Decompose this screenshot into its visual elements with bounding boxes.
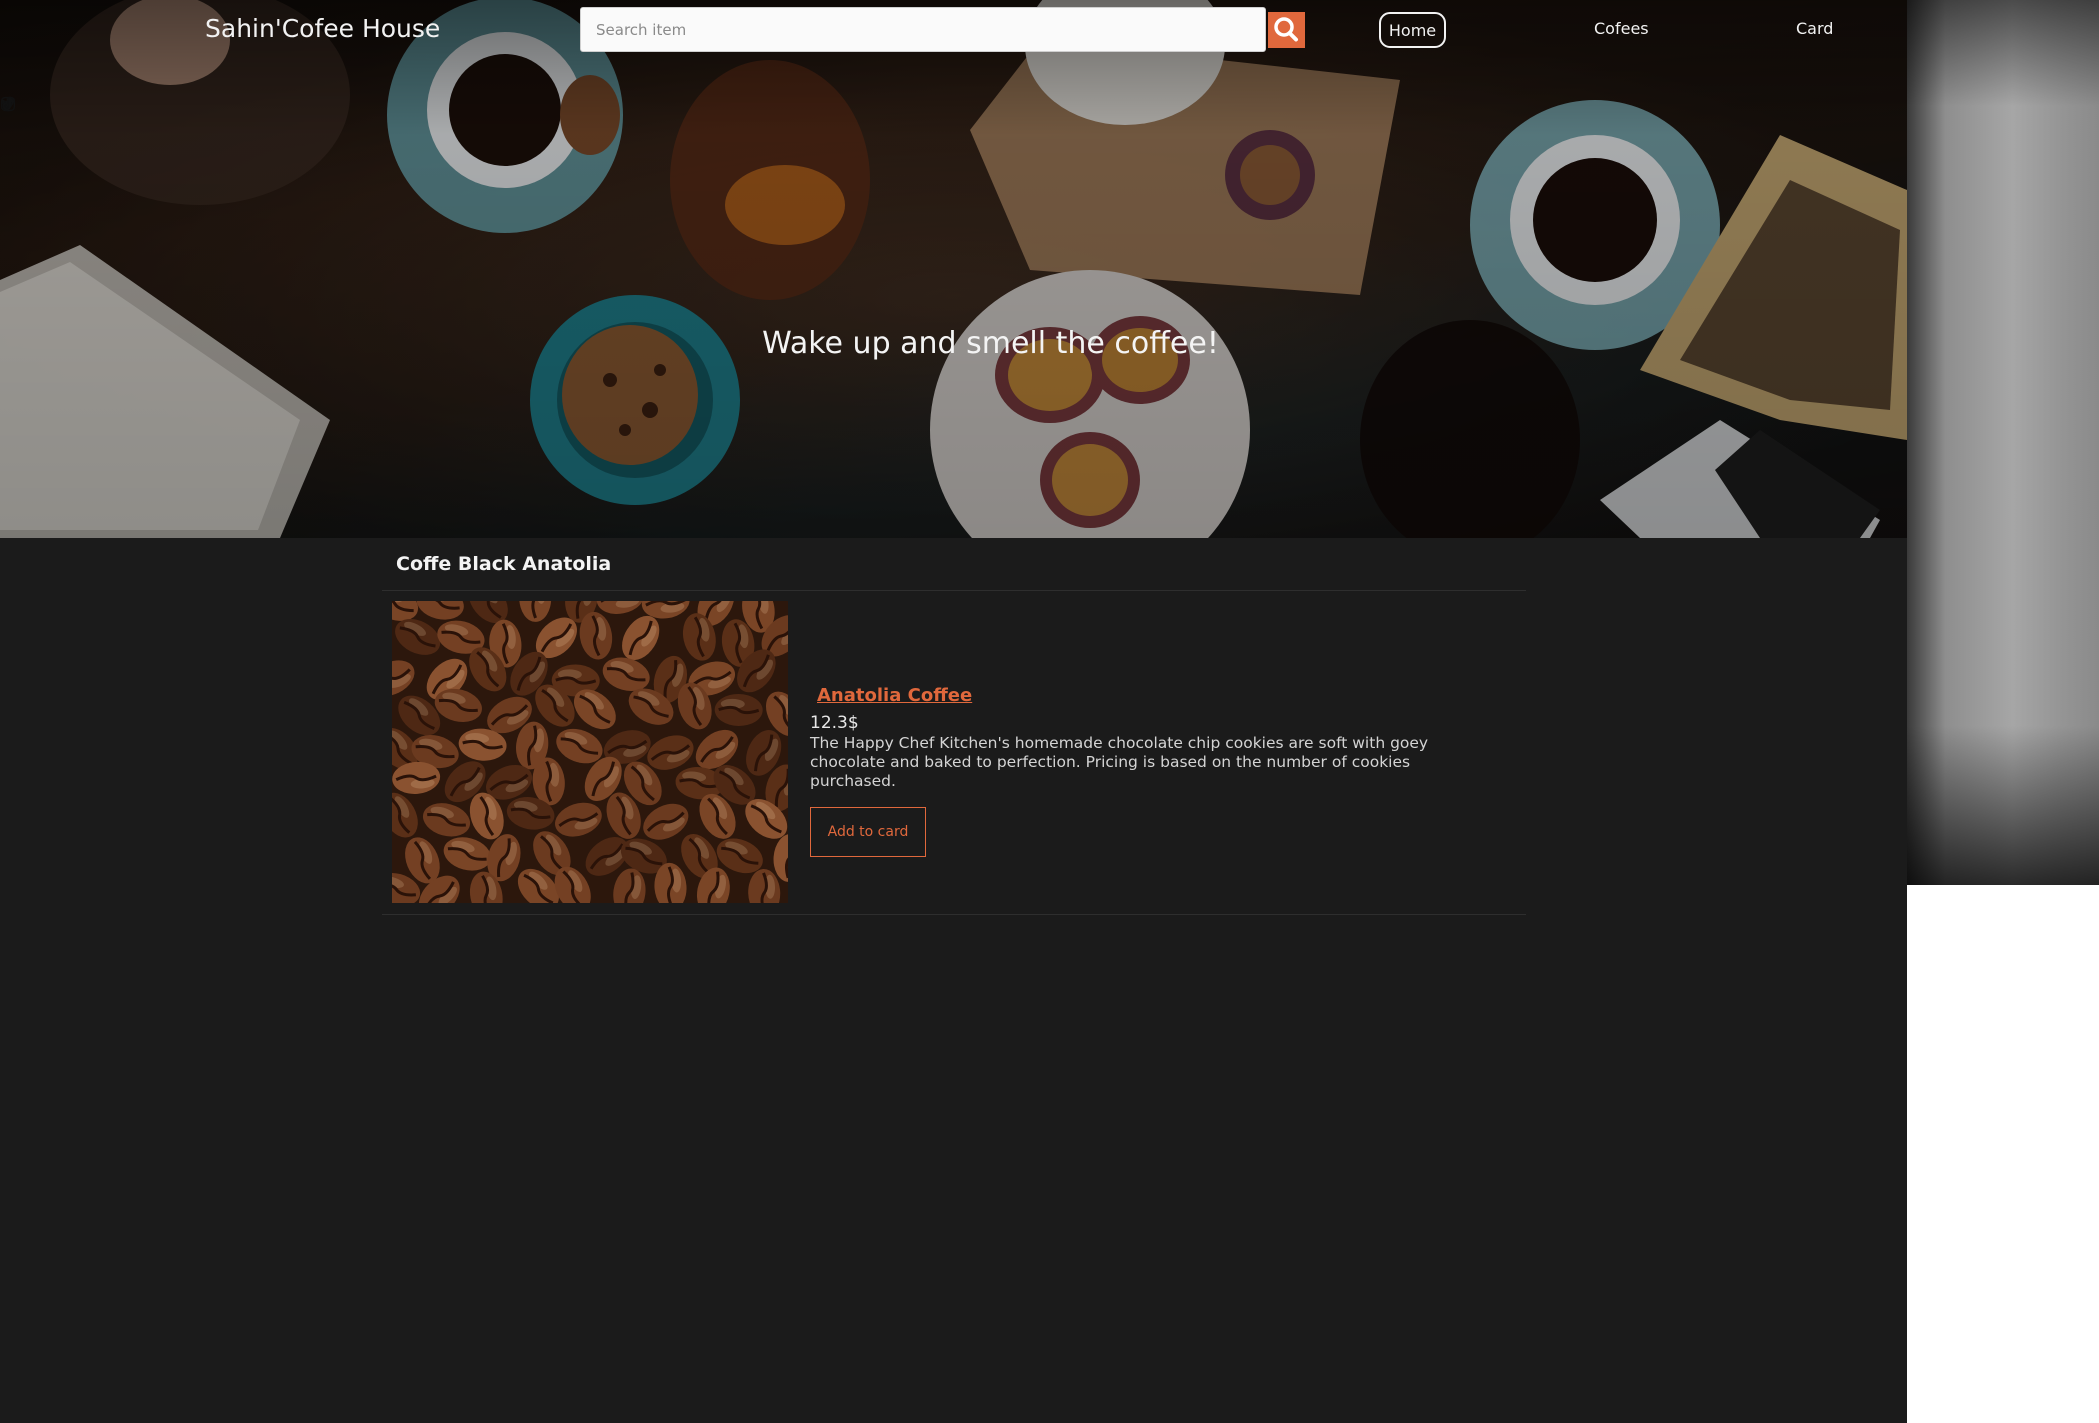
nav-link-cofees[interactable]: Cofees [1594, 12, 1649, 48]
section-title: Coffe Black Anatolia [382, 538, 1526, 591]
product-description: The Happy Chef Kitchen's homemade chocol… [810, 734, 1429, 790]
coffee-beans-image [392, 601, 788, 903]
product-section: Coffe Black Anatolia Anatolia Coffee 12.… [382, 538, 1526, 915]
search-button[interactable] [1268, 12, 1305, 48]
add-to-card-button[interactable]: Add to card [810, 807, 926, 857]
search-input[interactable] [580, 7, 1266, 52]
page: Wake up and smell the coffee! Sahin'Cofe… [0, 0, 1907, 1423]
nav-link-home[interactable]: Home [1379, 12, 1446, 48]
product-name-link[interactable]: Anatolia Coffee [817, 685, 972, 706]
product-card: Anatolia Coffee 12.3$ The Happy Chef Kit… [382, 591, 1526, 915]
brand-logo[interactable]: Sahin'Cofee House [205, 14, 440, 43]
background-edge [1907, 0, 2099, 885]
product-price: 12.3$ [810, 713, 859, 733]
hero-tagline: Wake up and smell the coffee! [762, 326, 1219, 361]
nav-link-card[interactable]: Card [1796, 12, 1833, 48]
navbar: Sahin'Cofee House Home Cofees Card [0, 0, 1907, 60]
tiktok-icon[interactable] [0, 96, 16, 112]
screen: Wake up and smell the coffee! Sahin'Cofe… [0, 0, 2099, 1423]
hero-banner: Wake up and smell the coffee! Sahin'Cofe… [0, 0, 1907, 538]
product-image [392, 601, 788, 903]
search-icon [1274, 17, 1298, 42]
hero-dark-overlay [0, 0, 1907, 538]
